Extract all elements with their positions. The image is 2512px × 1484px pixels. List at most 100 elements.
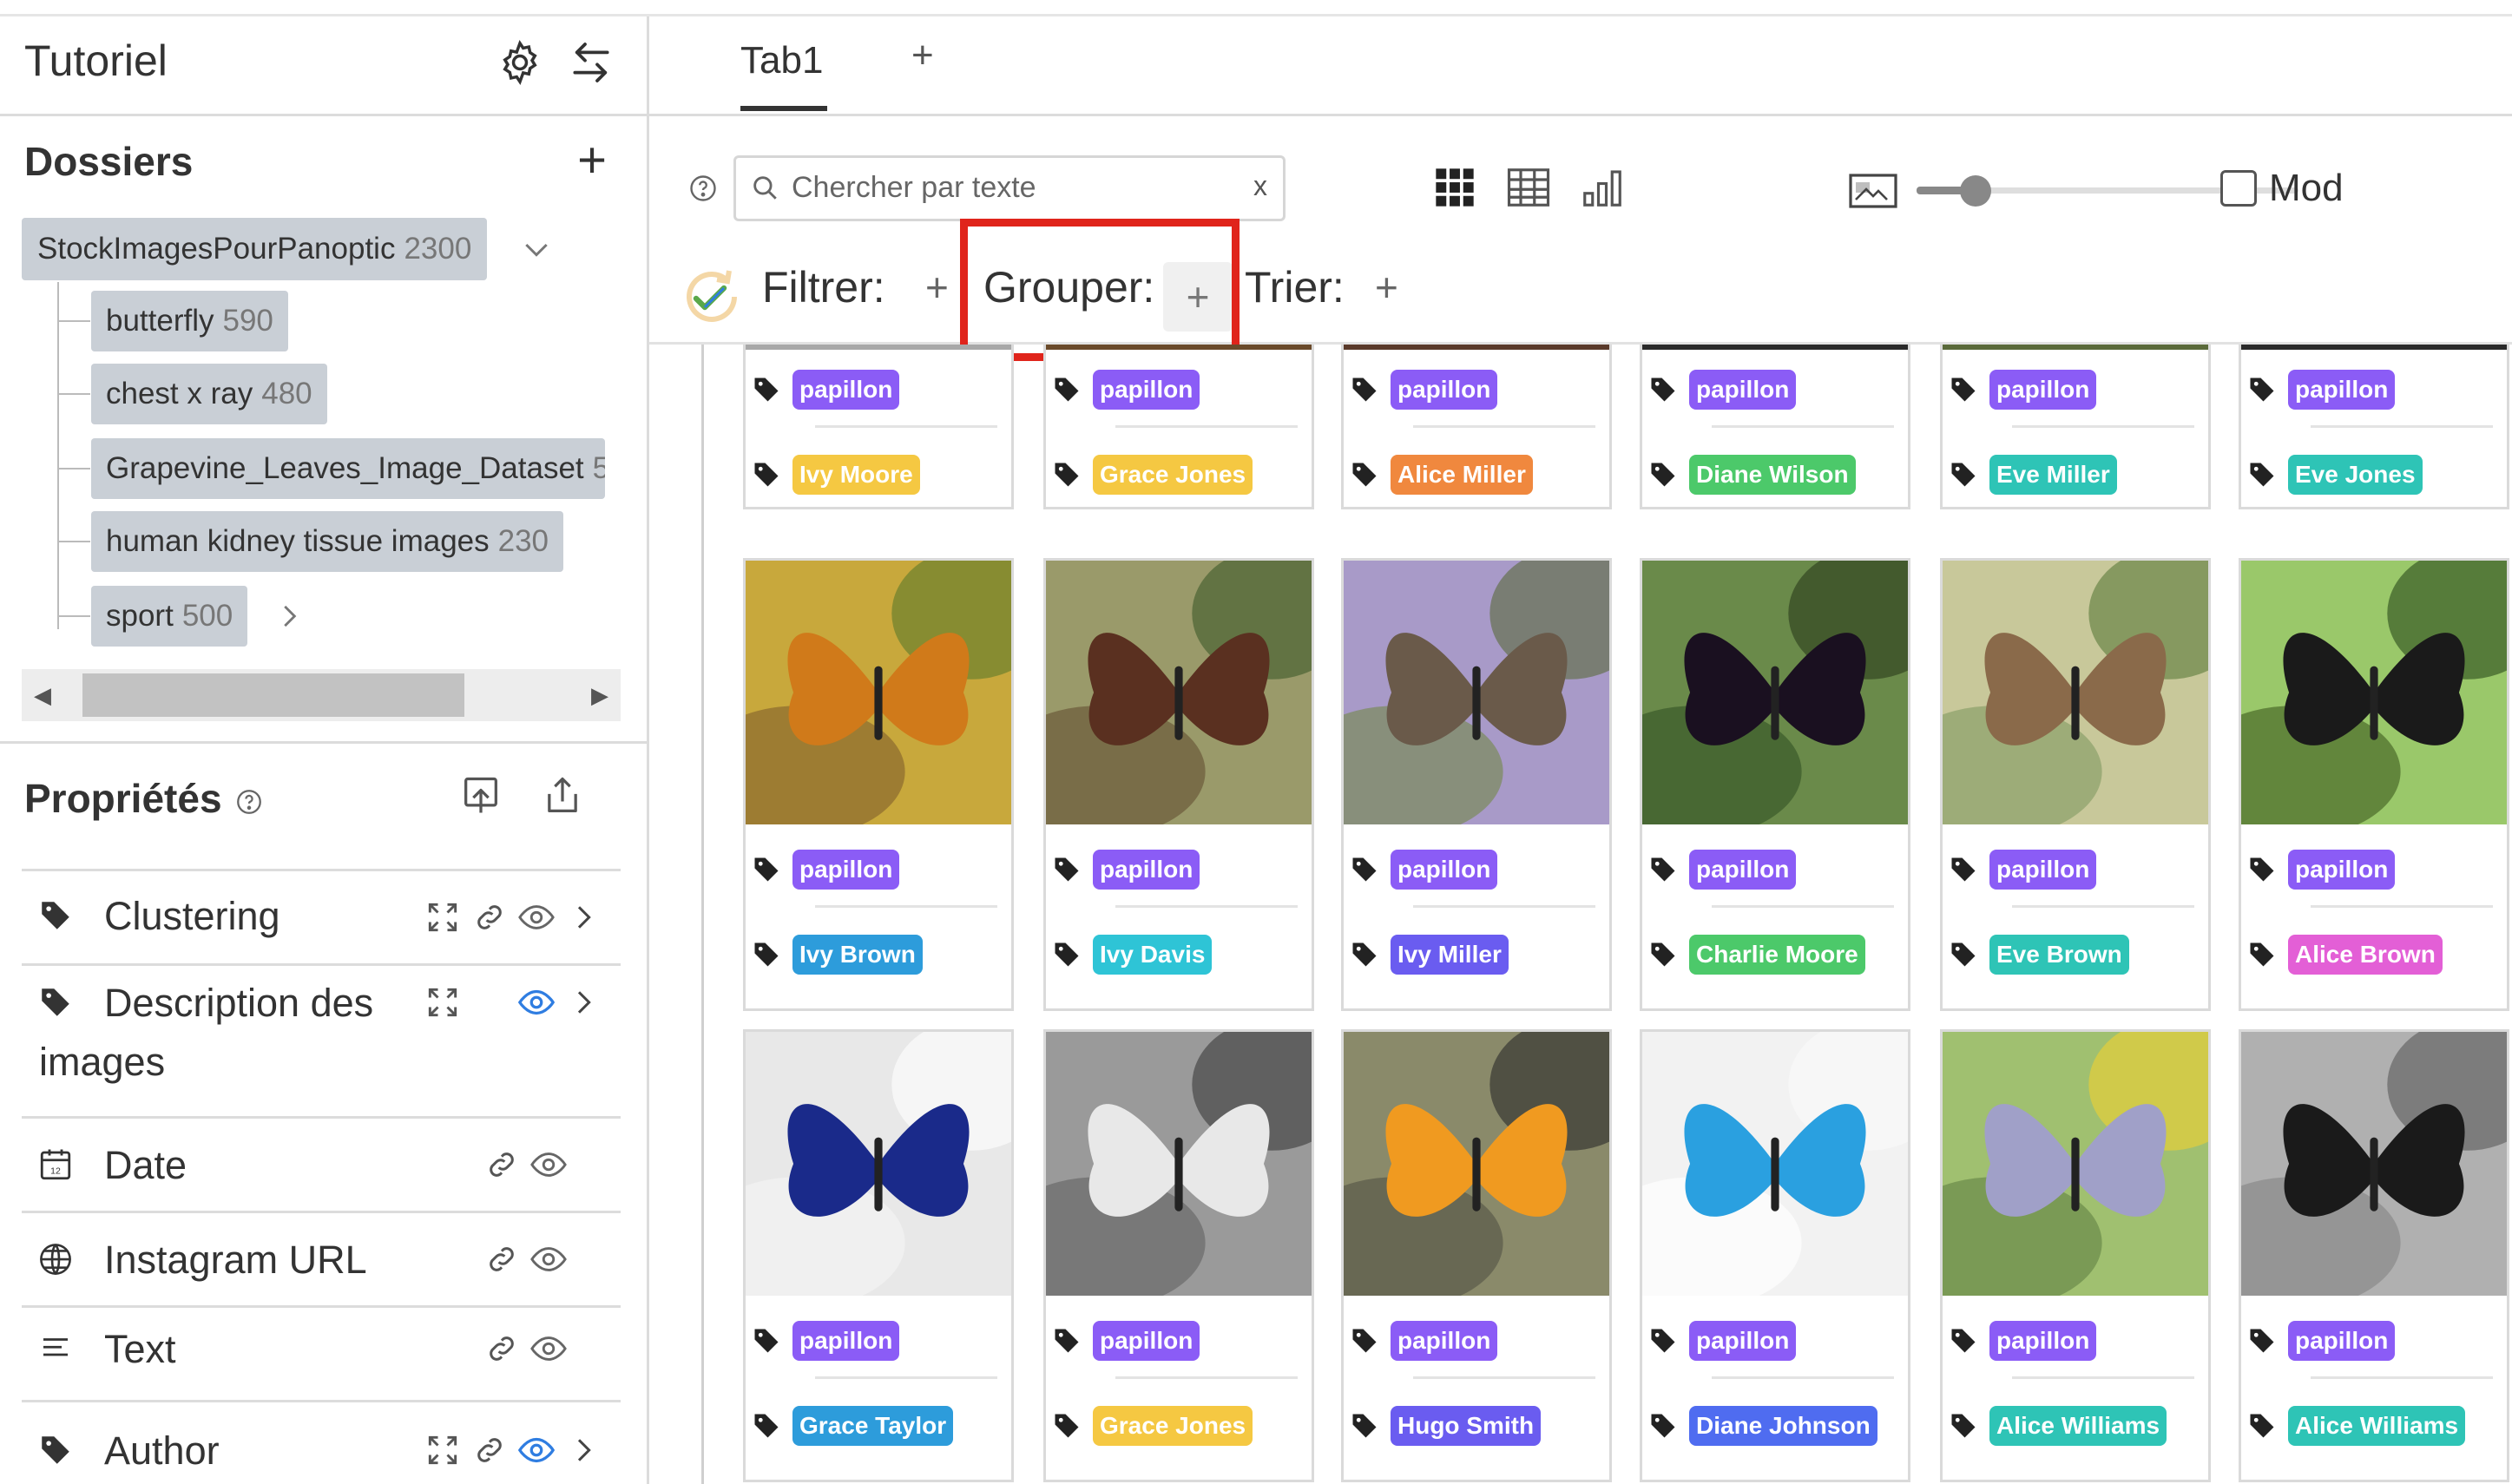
expand-icon[interactable] xyxy=(423,982,463,1022)
eye-icon[interactable] xyxy=(529,1239,569,1279)
butterfly-image[interactable] xyxy=(746,561,1011,824)
chevron-right-icon[interactable] xyxy=(273,600,306,637)
link-icon[interactable] xyxy=(482,1239,522,1279)
chevron-right-icon[interactable] xyxy=(563,1430,603,1470)
image-card[interactable]: papillon Diane Johnson xyxy=(1640,1029,1910,1482)
property-row-date[interactable]: 12 Date xyxy=(22,1119,621,1213)
property-row-instagram-url[interactable]: Instagram URL xyxy=(22,1213,621,1308)
property-row-author[interactable]: Author xyxy=(22,1402,621,1484)
folder-item-chest-x-ray[interactable]: chest x ray 480 xyxy=(91,364,327,424)
butterfly-image[interactable] xyxy=(2241,561,2507,824)
eye-icon[interactable] xyxy=(516,897,556,937)
butterfly-image[interactable] xyxy=(1344,1032,1609,1296)
image-card[interactable]: papillon Eve Jones xyxy=(2239,345,2509,509)
image-card[interactable]: papillon Charlie Moore xyxy=(1640,558,1910,1011)
sync-check-icon[interactable] xyxy=(677,262,746,332)
tag-badge-author[interactable]: Ivy Brown xyxy=(792,935,923,975)
tag-badge-category[interactable]: papillon xyxy=(1689,850,1797,890)
tag-badge-category[interactable]: papillon xyxy=(1689,370,1797,410)
search-field[interactable]: x xyxy=(733,155,1286,221)
settings-gear-icon[interactable] xyxy=(491,34,549,91)
property-row-text[interactable]: Text xyxy=(22,1308,621,1402)
image-card[interactable]: papillon Ivy Miller xyxy=(1341,558,1612,1011)
tag-badge-category[interactable]: papillon xyxy=(1093,1321,1200,1361)
tag-badge-author[interactable]: Eve Jones xyxy=(2288,455,2423,495)
slider-handle[interactable] xyxy=(1960,175,1991,207)
tag-badge-author[interactable]: Ivy Davis xyxy=(1093,935,1213,975)
butterfly-image[interactable] xyxy=(1046,561,1312,824)
eye-icon[interactable] xyxy=(529,1145,569,1185)
clear-search-icon[interactable]: x xyxy=(1253,170,1267,202)
chart-view-icon[interactable] xyxy=(1576,161,1628,213)
tag-badge-category[interactable]: papillon xyxy=(2288,1321,2396,1361)
export-properties-icon[interactable] xyxy=(540,773,585,823)
chevron-down-icon[interactable] xyxy=(519,232,554,271)
tag-badge-category[interactable]: papillon xyxy=(792,1321,900,1361)
tag-badge-author[interactable]: Ivy Moore xyxy=(792,455,920,495)
expand-icon[interactable] xyxy=(423,897,463,937)
tag-badge-category[interactable]: papillon xyxy=(1093,370,1200,410)
tag-badge-category[interactable]: papillon xyxy=(1391,850,1498,890)
image-card[interactable]: papillon Alice Williams xyxy=(2239,1029,2509,1482)
image-card[interactable]: papillon Diane Wilson xyxy=(1640,345,1910,509)
image-card[interactable]: papillon Ivy Moore xyxy=(743,345,1014,509)
tag-badge-category[interactable]: papillon xyxy=(792,370,900,410)
folder-root[interactable]: StockImagesPourPanoptic 2300 xyxy=(22,218,488,280)
link-icon[interactable] xyxy=(482,1329,522,1369)
eye-active-icon[interactable] xyxy=(516,1430,556,1470)
link-icon[interactable] xyxy=(470,897,510,937)
tag-badge-author[interactable]: Grace Jones xyxy=(1093,1406,1253,1446)
butterfly-image[interactable] xyxy=(1046,1032,1312,1296)
tag-badge-category[interactable]: papillon xyxy=(1391,1321,1498,1361)
link-icon[interactable] xyxy=(470,1430,510,1470)
image-card[interactable]: papillon Ivy Brown xyxy=(743,558,1014,1011)
add-sort-button[interactable]: + xyxy=(1375,264,1398,311)
mode-checkbox[interactable]: Mod xyxy=(2220,167,2344,210)
tag-badge-category[interactable]: papillon xyxy=(1989,1321,2097,1361)
tag-badge-author[interactable]: Eve Brown xyxy=(1989,935,2129,975)
property-row-clustering[interactable]: Clustering xyxy=(22,869,621,966)
search-input[interactable] xyxy=(790,167,1227,208)
tag-badge-author[interactable]: Grace Taylor xyxy=(792,1406,954,1446)
tag-badge-category[interactable]: papillon xyxy=(2288,370,2396,410)
tag-badge-author[interactable]: Diane Johnson xyxy=(1689,1406,1877,1446)
butterfly-image[interactable] xyxy=(1344,561,1609,824)
image-card[interactable]: papillon Grace Taylor xyxy=(743,1029,1014,1482)
chevron-right-icon[interactable] xyxy=(563,897,603,937)
image-card[interactable]: papillon Grace Jones xyxy=(1043,1029,1314,1482)
tag-badge-category[interactable]: papillon xyxy=(1989,850,2097,890)
chevron-right-icon[interactable] xyxy=(563,982,603,1022)
tag-badge-category[interactable]: papillon xyxy=(1689,1321,1797,1361)
image-card[interactable]: papillon Hugo Smith xyxy=(1341,1029,1612,1482)
tag-badge-author[interactable]: Ivy Miller xyxy=(1391,935,1509,975)
image-card[interactable]: papillon Eve Miller xyxy=(1940,345,2211,509)
help-icon[interactable] xyxy=(687,173,719,204)
tag-badge-author[interactable]: Hugo Smith xyxy=(1391,1406,1542,1446)
folders-horizontal-scrollbar[interactable]: ◀ ▶ xyxy=(22,669,621,721)
butterfly-image[interactable] xyxy=(1943,561,2208,824)
image-card[interactable]: papillon Alice Williams xyxy=(1940,1029,2211,1482)
image-card[interactable]: papillon Alice Miller xyxy=(1341,345,1612,509)
add-filter-button[interactable]: + xyxy=(925,264,949,311)
tag-badge-category[interactable]: papillon xyxy=(792,850,900,890)
image-card[interactable]: papillon Grace Jones xyxy=(1043,345,1314,509)
eye-active-icon[interactable] xyxy=(516,982,556,1022)
eye-icon[interactable] xyxy=(529,1329,569,1369)
help-icon[interactable] xyxy=(234,787,264,821)
tag-badge-category[interactable]: papillon xyxy=(2288,850,2396,890)
tag-badge-author[interactable]: Eve Miller xyxy=(1989,455,2117,495)
image-card[interactable]: papillon Alice Brown xyxy=(2239,558,2509,1011)
folder-item-butterfly[interactable]: butterfly 590 xyxy=(91,291,288,351)
butterfly-image[interactable] xyxy=(1642,561,1908,824)
property-row-description[interactable]: Description des images xyxy=(22,963,621,1119)
table-view-icon[interactable] xyxy=(1503,161,1555,213)
image-card[interactable]: papillon Ivy Davis xyxy=(1043,558,1314,1011)
scrollbar-thumb[interactable] xyxy=(82,673,464,717)
folder-item-grapevine[interactable]: Grapevine_Leaves_Image_Dataset 5 xyxy=(91,438,605,499)
butterfly-image[interactable] xyxy=(746,1032,1011,1296)
import-properties-icon[interactable] xyxy=(458,773,503,823)
butterfly-image[interactable] xyxy=(2241,1032,2507,1296)
scroll-right-arrow-icon[interactable]: ▶ xyxy=(582,676,617,714)
butterfly-image[interactable] xyxy=(1642,1032,1908,1296)
butterfly-image[interactable] xyxy=(1943,1032,2208,1296)
